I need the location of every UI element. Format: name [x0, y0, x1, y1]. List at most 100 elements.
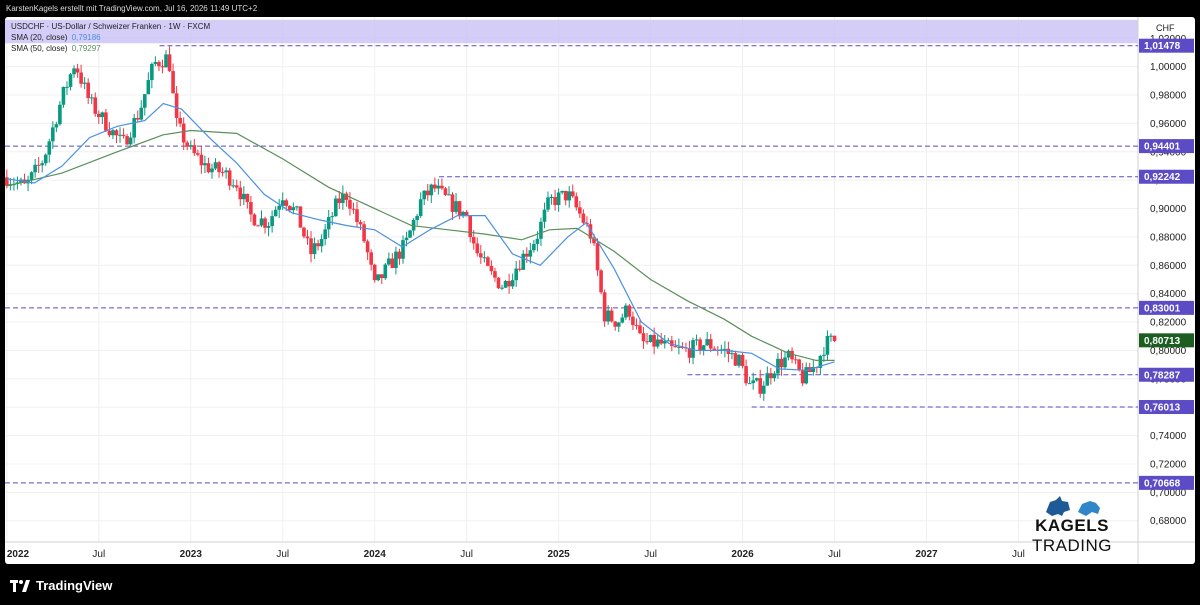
candle-body: [372, 264, 377, 281]
candle-body: [528, 250, 533, 257]
level-price-label: 0,83001: [1144, 303, 1181, 314]
candle-body: [631, 316, 635, 326]
candle-body: [447, 194, 451, 196]
candle-body: [333, 198, 338, 217]
candle-body: [486, 257, 490, 266]
x-tick-label: 2027: [915, 549, 938, 560]
candle-body: [744, 366, 748, 384]
candle-body: [157, 62, 161, 67]
legend-sma20[interactable]: SMA (20, close) 0,79186: [11, 33, 101, 42]
candle-body: [323, 229, 327, 240]
candle-body: [606, 310, 610, 322]
candle-body: [510, 280, 515, 287]
tradingview-logo[interactable]: TradingView: [10, 578, 112, 593]
candle-body: [100, 112, 105, 118]
candle-body: [708, 339, 713, 349]
candle-body: [330, 216, 335, 218]
candle-body: [383, 264, 388, 279]
candle-body: [82, 82, 87, 84]
candle-body: [737, 354, 741, 366]
candle-body: [567, 191, 572, 201]
legend-sma50[interactable]: SMA (50, close) 0,79297: [11, 44, 101, 53]
level-price-label: 0,76013: [1144, 403, 1181, 414]
candle-body: [185, 142, 190, 147]
chart-panel[interactable]: 1,020001,000000,980000,960000,940000,920…: [5, 17, 1195, 564]
candle-body: [616, 322, 621, 327]
candle-body: [517, 268, 522, 270]
candle-body: [730, 353, 734, 355]
candle-body: [58, 104, 62, 125]
candle-body: [114, 130, 119, 136]
level-price-label: 0,92242: [1144, 172, 1181, 183]
level-price-label: 0,94401: [1144, 142, 1181, 153]
candle-body: [128, 137, 133, 145]
candle-body: [43, 154, 48, 164]
candle-body: [401, 240, 405, 259]
candle-body: [231, 185, 236, 187]
candle-body: [188, 145, 193, 147]
candle-body: [461, 211, 465, 216]
price-chart[interactable]: 1,020001,000000,980000,960000,940000,920…: [5, 17, 1195, 564]
candle-body: [503, 280, 508, 288]
candle-body: [574, 196, 579, 208]
candle-body: [309, 238, 313, 255]
currency-label: CHF: [1156, 23, 1175, 33]
candle-body: [29, 172, 34, 180]
candle-body: [415, 215, 419, 220]
candle-body: [291, 207, 296, 211]
level-price-label: 1,01478: [1144, 41, 1181, 52]
candle-body: [673, 345, 678, 348]
candle-body: [641, 333, 646, 342]
sma50-line: [6, 129, 835, 361]
candle-body: [602, 292, 607, 322]
candle-body: [546, 197, 550, 210]
current-price-label: 0,80713: [1144, 336, 1181, 347]
attribution-text: KarstenKagels erstellt mit TradingView.c…: [6, 4, 258, 13]
candle-body: [698, 339, 702, 351]
x-tick-label: 2022: [7, 549, 30, 560]
candle-body: [79, 72, 83, 84]
candle-body: [358, 222, 363, 225]
candle-body: [256, 225, 260, 227]
sma20-value: 0,79186: [71, 33, 101, 42]
candle-body: [263, 218, 267, 228]
y-tick-label: 0,82000: [1150, 318, 1187, 329]
candle-body: [429, 184, 434, 196]
candle-body: [535, 238, 540, 244]
candle-body: [797, 359, 801, 371]
candle-body: [595, 243, 600, 271]
candle-body: [747, 383, 752, 385]
candle-body: [655, 339, 660, 347]
candle-body: [493, 271, 497, 278]
candle-body: [634, 325, 639, 327]
tradingview-brand-text: TradingView: [36, 578, 113, 593]
candle-body: [104, 112, 108, 131]
candle-body: [302, 227, 306, 237]
candle-body: [86, 82, 90, 99]
sma20-label: SMA (20, close): [11, 33, 68, 42]
attribution-bar: KarstenKagels erstellt mit TradingView.c…: [0, 0, 1200, 17]
candle-body: [252, 214, 257, 226]
candle-body: [167, 54, 172, 72]
candle-body: [227, 170, 232, 186]
candle-body: [36, 164, 41, 166]
candle-body: [425, 190, 430, 196]
candle-body: [51, 127, 55, 142]
candle-body: [560, 190, 564, 193]
watermark-text: KAGELS TRADING: [1032, 516, 1112, 555]
candle-body: [440, 185, 444, 189]
candle-body: [599, 270, 603, 293]
candle-body: [765, 373, 770, 386]
candle-body: [556, 192, 561, 206]
candle-body: [723, 348, 727, 350]
candle-body: [436, 185, 441, 189]
y-tick-label: 0,86000: [1150, 261, 1187, 272]
candle-body: [47, 141, 52, 155]
y-tick-label: 1,00000: [1150, 62, 1187, 73]
candle-body: [33, 164, 37, 173]
candle-body: [687, 348, 692, 358]
candle-body: [351, 208, 356, 210]
candle-body: [369, 252, 373, 265]
candle-body: [355, 209, 359, 223]
candle-body: [578, 207, 582, 214]
